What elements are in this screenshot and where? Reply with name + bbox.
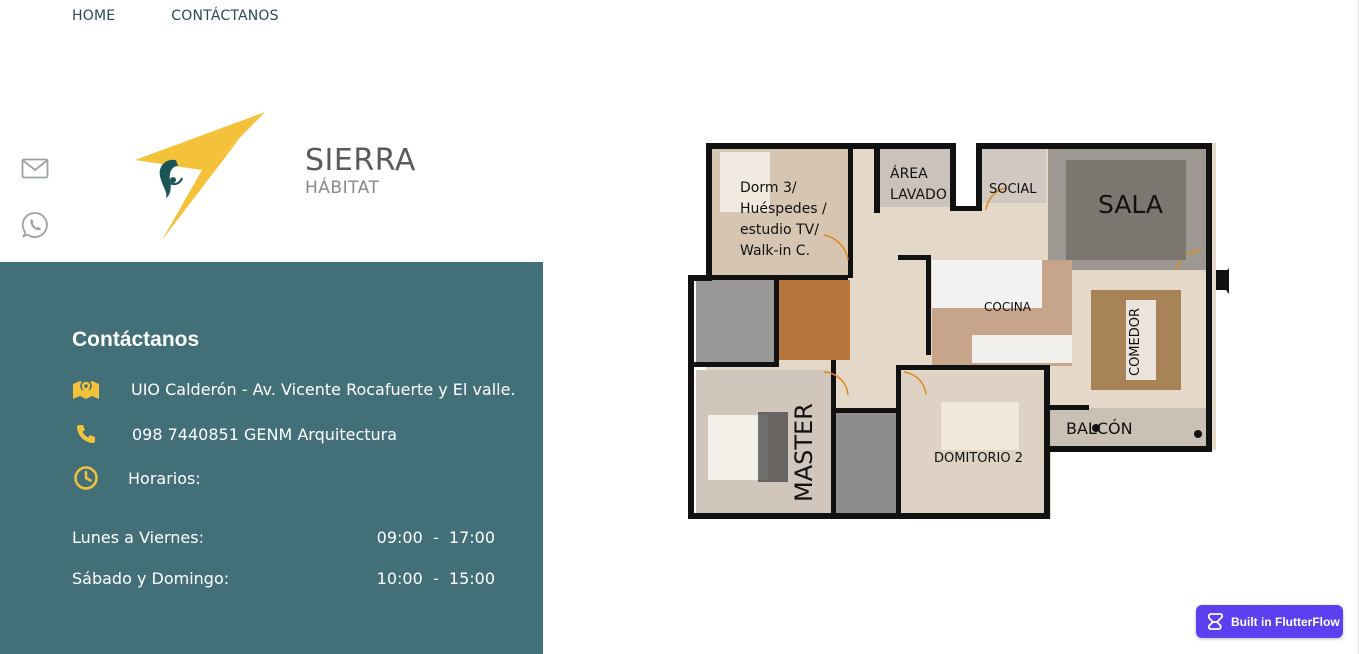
phone-row: 098 7440851 GENM Arquitectura [72, 420, 397, 448]
phone-text: 098 7440851 GENM Arquitectura [132, 424, 398, 444]
schedule-time: 09:00 - 17:00 [376, 528, 495, 547]
brand-text: SIERRA HÁBITAT [305, 143, 416, 199]
address-text: UIO Calderón - Av. Vicente Rocafuerte y … [131, 379, 516, 399]
nav-home-link[interactable]: HOME [72, 8, 115, 24]
flutterflow-badge[interactable]: Built in FlutterFlow [1196, 605, 1343, 638]
room-cocina-label: COCINA [984, 300, 1031, 314]
schedule-row: Lunes a Viernes: 09:00 - 17:00 [72, 528, 495, 547]
schedule-time: 10:00 - 15:00 [376, 569, 495, 588]
room-label-line: estudio TV/ [740, 222, 819, 238]
badge-label: Built in FlutterFlow [1231, 614, 1340, 629]
room-lavado-label: ÁREA LAVADO [890, 164, 947, 206]
schedule-days: Sábado y Domingo: [72, 569, 230, 588]
room-master-label: MASTER [790, 403, 818, 502]
address-row: UIO Calderón - Av. Vicente Rocafuerte y … [72, 375, 516, 403]
hours-row: Horarios: [72, 464, 201, 492]
nav-contact-link[interactable]: CONTÁCTANOS [171, 8, 278, 24]
room-sala-label: SALA [1098, 190, 1164, 219]
map-icon [72, 375, 100, 403]
schedule-days: Lunes a Viernes: [72, 528, 204, 547]
hours-label: Horarios: [128, 468, 201, 488]
room-domitorio2-label: DOMITORIO 2 [934, 451, 1023, 466]
phone-icon [72, 420, 100, 448]
room-label-line: Dorm 3/ [740, 180, 797, 196]
room-label-line: LAVADO [890, 187, 947, 203]
clock-icon [72, 464, 100, 492]
brand-name: SIERRA [305, 143, 416, 178]
room-comedor-label: COMEDOR [1128, 307, 1143, 376]
schedule-row: Sábado y Domingo: 10:00 - 15:00 [72, 569, 495, 588]
room-balcon-label: BALCÓN [1066, 419, 1133, 438]
whatsapp-icon[interactable] [20, 210, 50, 240]
brand-subtitle: HÁBITAT [305, 178, 380, 198]
mail-icon[interactable] [20, 154, 50, 184]
room-label-line: Walk-in C. [740, 243, 811, 259]
contact-title: Contáctanos [72, 328, 200, 351]
contact-panel: Contáctanos UIO Calderón - Av. Vicente R… [0, 262, 543, 654]
flutterflow-icon [1207, 612, 1224, 630]
top-nav: HOME CONTÁCTANOS [72, 8, 279, 24]
sierra-habitat-logo [130, 108, 275, 243]
room-label-line: ÁREA [890, 166, 928, 182]
page: HOME CONTÁCTANOS SIERRA HÁBITAT Contácta… [0, 0, 1359, 654]
floor-plan-image: Dorm 3/ Huéspedes / estudio TV/ Walk-in … [686, 140, 1231, 522]
room-social-label: SOCIAL [989, 182, 1037, 197]
room-dorm3-label: Dorm 3/ Huéspedes / estudio TV/ Walk-in … [740, 178, 827, 262]
room-label-line: Huéspedes / [740, 201, 827, 217]
